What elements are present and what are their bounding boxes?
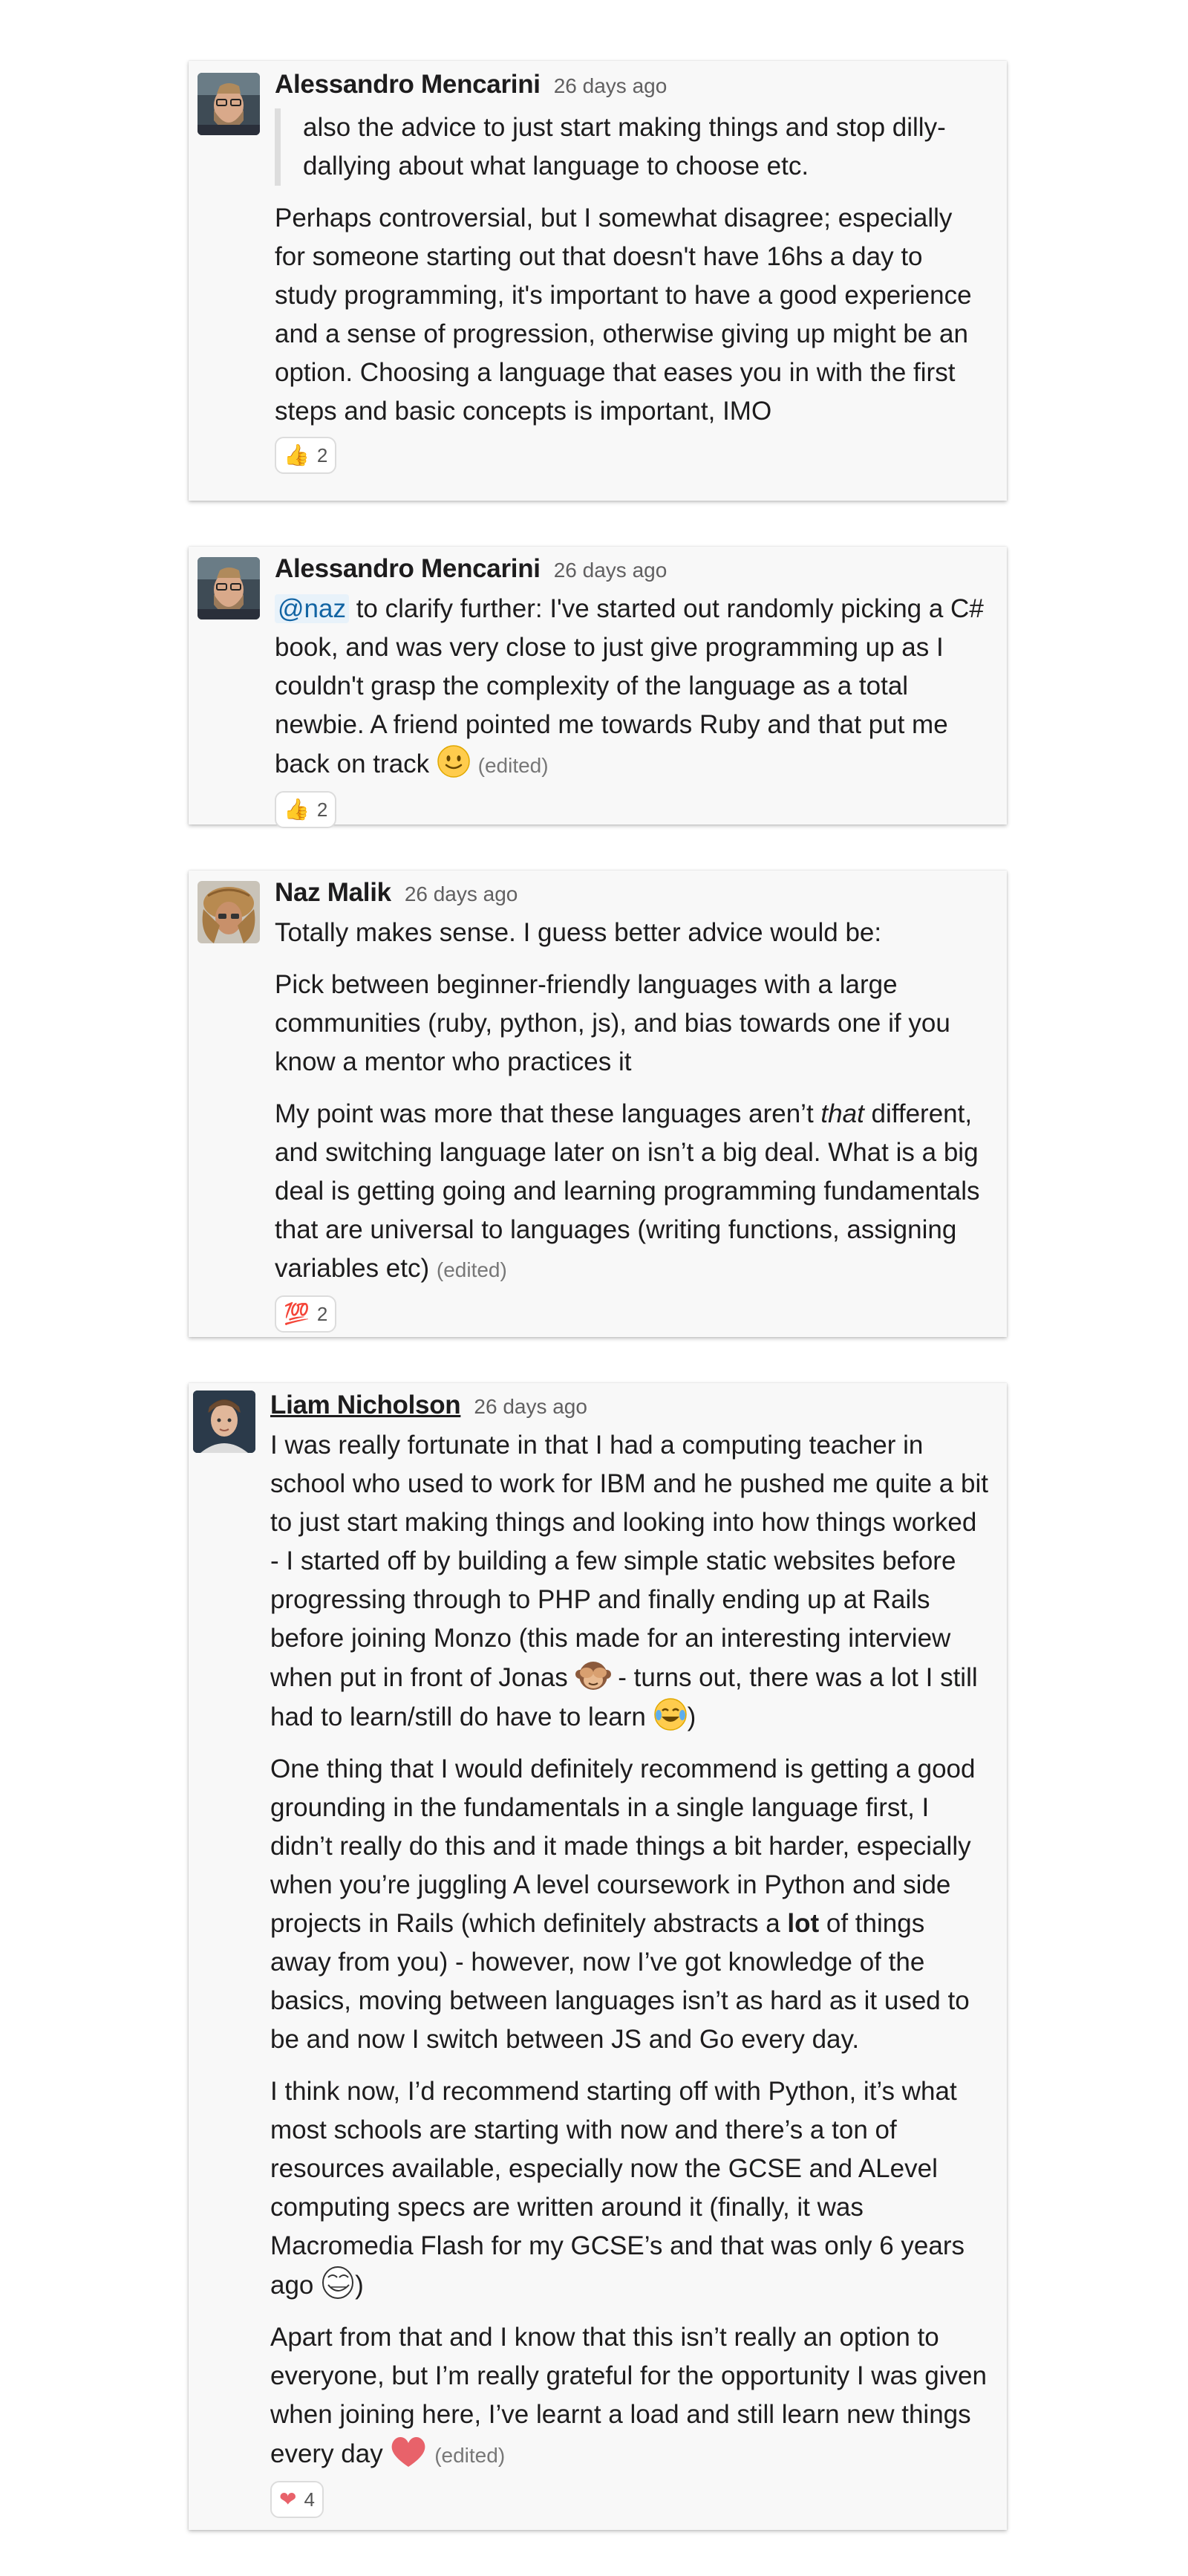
timestamp[interactable]: 26 days ago — [554, 74, 668, 98]
reaction-count: 2 — [316, 798, 328, 821]
reaction-count: 4 — [304, 2488, 315, 2511]
author-name[interactable]: Liam Nicholson — [270, 1391, 461, 1420]
avatar[interactable] — [193, 1391, 255, 1453]
reaction-count: 2 — [316, 1302, 328, 1325]
timestamp[interactable]: 26 days ago — [405, 882, 518, 906]
thumbs-up-icon: 👍 — [284, 798, 310, 821]
message-card: Liam Nicholson 26 days ago I was really … — [189, 1383, 1007, 2530]
message-body: Naz Malik 26 days ago Totally makes sens… — [275, 878, 989, 1333]
message-card: Alessandro Mencarini 26 days ago @naz to… — [189, 547, 1007, 828]
message-text: I think now, I’d recommend starting off … — [270, 2077, 965, 2300]
reaction-thumbs-up[interactable]: 👍 2 — [275, 437, 337, 474]
message-text: My point was more that these languages a… — [275, 1099, 980, 1283]
edited-label: (edited) — [477, 754, 549, 777]
message-header: Naz Malik 26 days ago — [275, 878, 989, 914]
timestamp[interactable]: 26 days ago — [554, 559, 668, 582]
message-text: Pick between beginner-friendly languages… — [275, 970, 950, 1076]
quoted-text: also the advice to just start making thi… — [275, 108, 989, 186]
slightly-smiling-face-icon — [437, 744, 471, 778]
message-text: Apart from that and I know that this isn… — [270, 2323, 987, 2468]
avatar[interactable] — [198, 881, 260, 943]
troll-face-icon — [321, 2266, 355, 2300]
author-name[interactable]: Alessandro Mencarini — [275, 554, 541, 584]
message-text: Totally makes sense. I guess better advi… — [275, 918, 882, 947]
edited-label: (edited) — [434, 2444, 506, 2467]
timestamp[interactable]: 26 days ago — [474, 1395, 587, 1419]
author-name[interactable]: Alessandro Mencarini — [275, 70, 541, 100]
hundred-points-icon: 💯 — [284, 1302, 310, 1325]
avatar[interactable] — [198, 557, 260, 619]
reaction-heart[interactable]: ❤ 4 — [270, 2481, 324, 2518]
message-header: Alessandro Mencarini 26 days ago — [275, 70, 989, 105]
reaction-hundred[interactable]: 💯 2 — [275, 1295, 337, 1333]
message-text: I was really fortunate in that I had a c… — [270, 1431, 988, 1731]
heart-icon — [390, 2434, 427, 2468]
reaction-count: 2 — [316, 443, 328, 466]
message-card: Naz Malik 26 days ago Totally makes sens… — [189, 871, 1007, 1337]
heart-icon: ❤ — [279, 2488, 297, 2511]
message-body: Liam Nicholson 26 days ago I was really … — [270, 1391, 989, 2518]
thumbs-up-icon: 👍 — [284, 443, 310, 466]
message-body: Alessandro Mencarini 26 days ago @naz to… — [275, 554, 989, 828]
user-mention[interactable]: @naz — [275, 594, 349, 623]
joy-face-icon — [653, 1697, 688, 1731]
edited-label: (edited) — [436, 1258, 507, 1281]
message-text: Perhaps controversial, but I somewhat di… — [275, 204, 972, 426]
avatar[interactable] — [198, 73, 260, 135]
message-text: One thing that I would definitely recomm… — [270, 1754, 976, 2054]
message-card: Alessandro Mencarini 26 days ago also th… — [189, 61, 1007, 501]
see-no-evil-monkey-icon — [575, 1658, 611, 1692]
author-name[interactable]: Naz Malik — [275, 878, 391, 908]
message-header: Liam Nicholson 26 days ago — [270, 1391, 989, 1426]
message-header: Alessandro Mencarini 26 days ago — [275, 554, 989, 590]
message-text: @naz to clarify further: I've started ou… — [275, 594, 984, 778]
reaction-thumbs-up[interactable]: 👍 2 — [275, 791, 337, 828]
message-body: Alessandro Mencarini 26 days ago also th… — [275, 70, 989, 474]
